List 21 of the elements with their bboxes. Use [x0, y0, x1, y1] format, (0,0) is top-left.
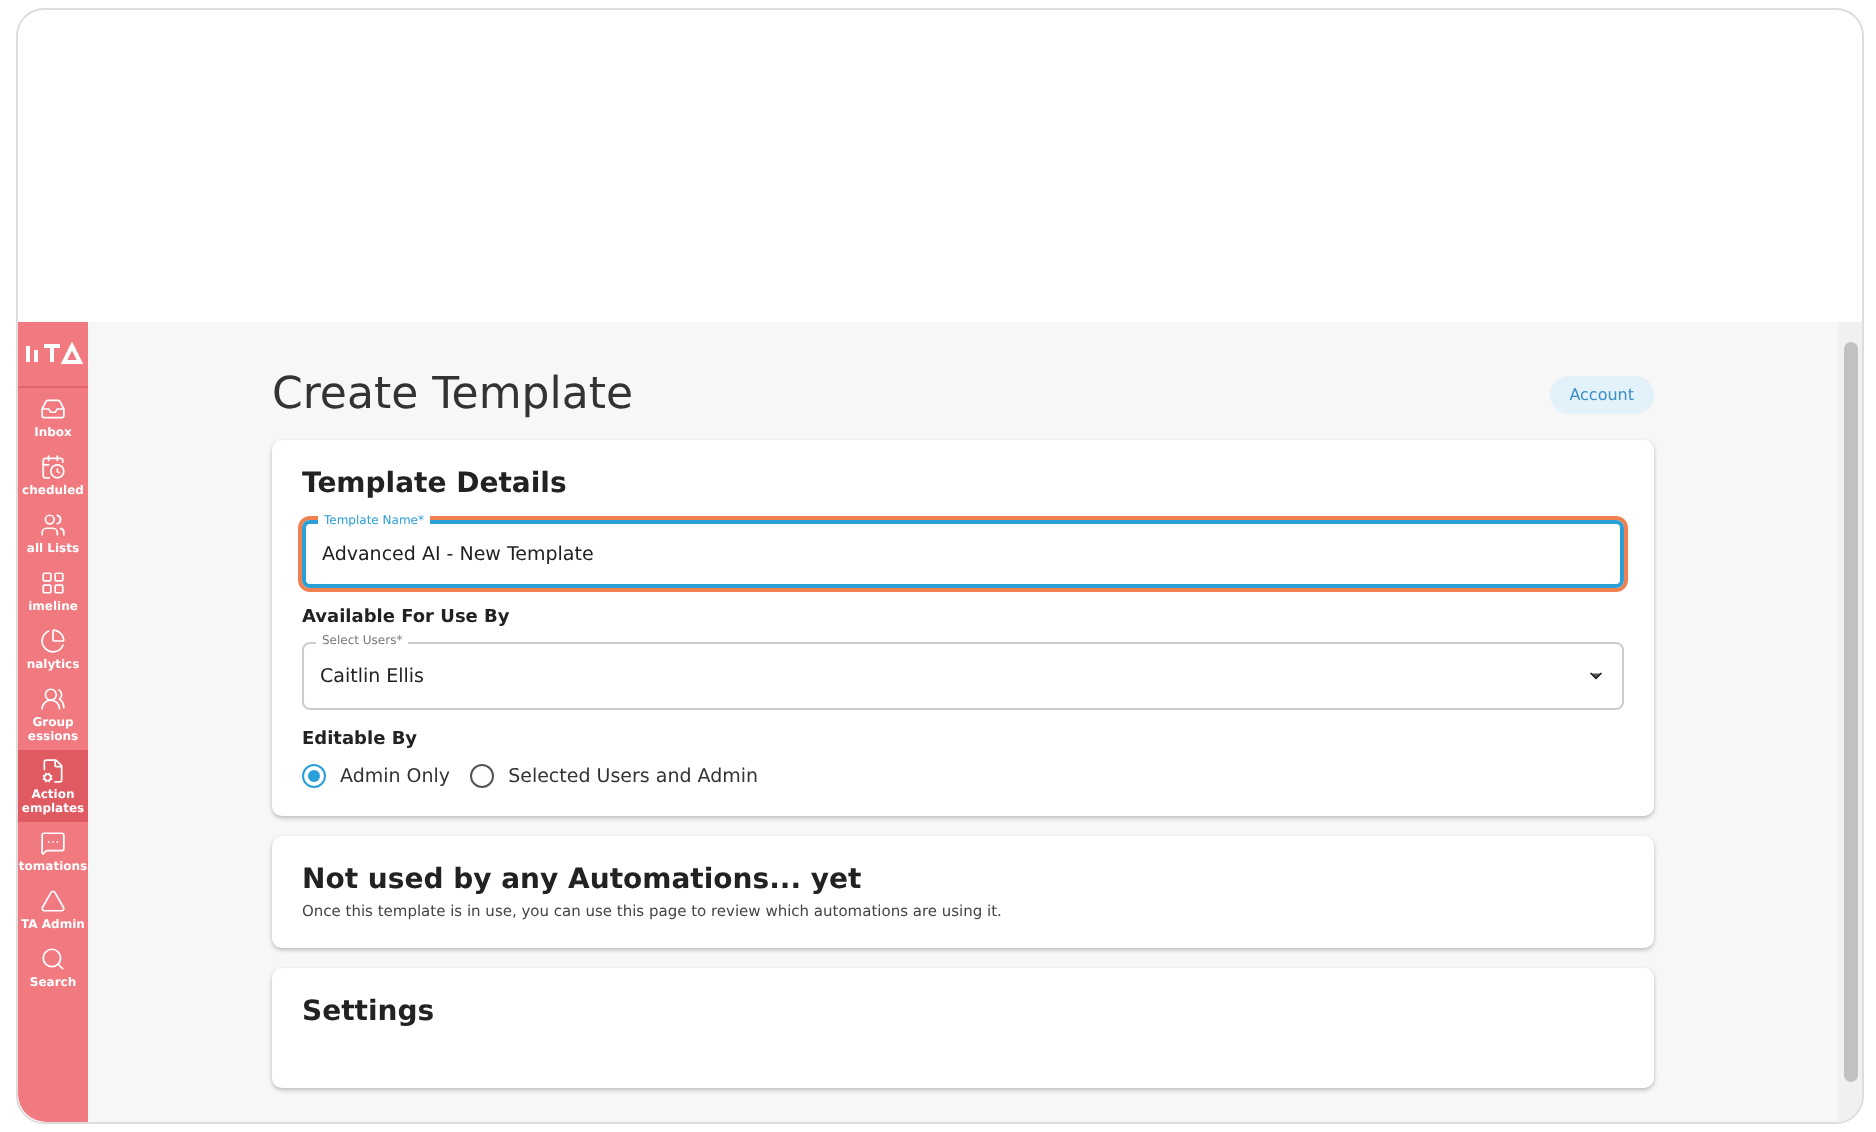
search-icon: [40, 946, 66, 972]
logo-icon: [23, 342, 83, 366]
radio-option[interactable]: Selected Users and Admin: [470, 764, 759, 788]
pie-chart-icon: [40, 628, 66, 654]
grid-icon: [40, 570, 66, 596]
triangle-icon: [40, 888, 66, 914]
card-heading: Template Details: [302, 468, 569, 500]
people-list-icon: [40, 512, 66, 538]
message-icon: [40, 830, 66, 856]
radio-option[interactable]: Admin Only: [302, 764, 451, 788]
section-label: Editable By: [302, 730, 420, 750]
section-label: Available For Use By: [302, 608, 512, 628]
inbox-icon: [40, 396, 66, 422]
card-heading: Settings: [302, 996, 437, 1028]
account-button[interactable]: Account: [1549, 376, 1654, 414]
document-gear-icon: [40, 758, 66, 784]
scrollbar-thumb[interactable]: [1843, 342, 1857, 1082]
page-title: Create Template: [272, 370, 633, 420]
people-icon: [40, 686, 66, 712]
card-heading: Not used by any Automations... yet: [302, 864, 864, 896]
calendar-clock-icon: [40, 454, 66, 480]
